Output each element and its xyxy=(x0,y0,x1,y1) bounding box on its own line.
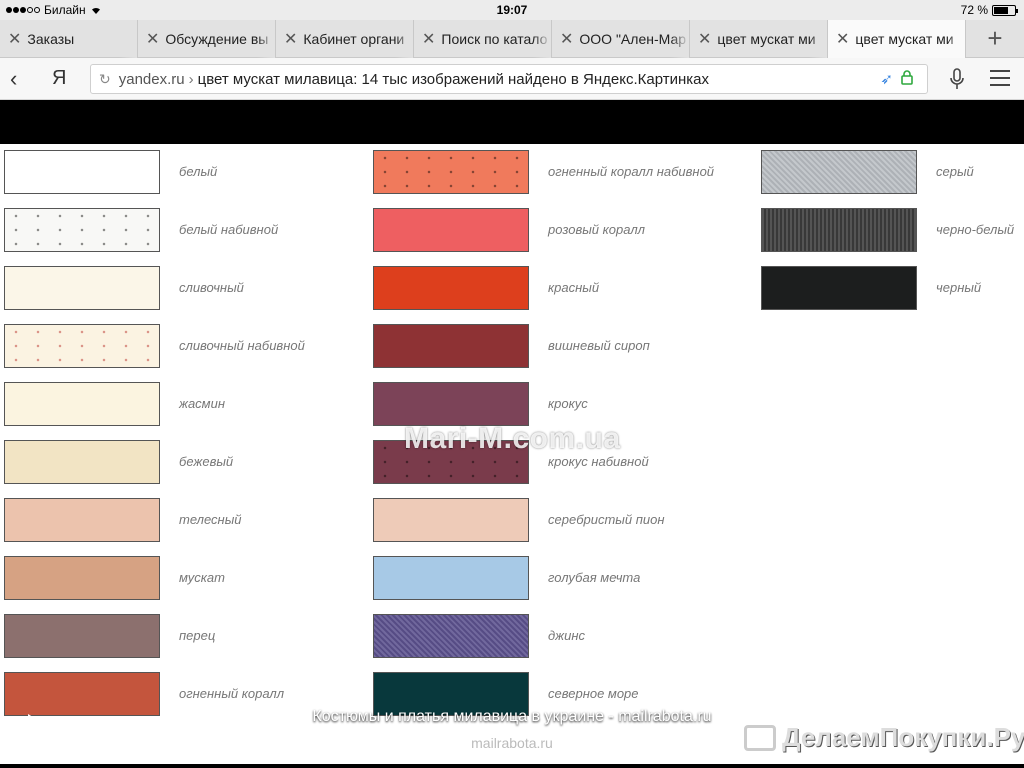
color-swatch xyxy=(373,150,529,194)
watermark: Mari-M.com.ua xyxy=(404,422,621,455)
color-swatch xyxy=(761,266,917,310)
swatch-label: огненный коралл набивной xyxy=(548,164,715,179)
yandex-home-button[interactable]: Я xyxy=(52,67,66,90)
back-button[interactable]: ‹ xyxy=(10,66,17,92)
tab-label: цвет мускат ми xyxy=(855,31,954,47)
rocket-icon[interactable]: ➶ xyxy=(880,70,893,89)
swatch-label: розовый коралл xyxy=(548,222,645,237)
address-bar[interactable]: ↻ yandex.ru › цвет мускат милавица: 14 т… xyxy=(90,64,928,94)
swatch-label: бежевый xyxy=(179,454,234,469)
swatch-label: белый xyxy=(179,164,218,179)
navigation-bar: ‹ Я ↻ yandex.ru › цвет мускат милавица: … xyxy=(0,58,1024,100)
url-domain: yandex.ru xyxy=(118,70,185,88)
tab-label: Обсуждение вы xyxy=(165,31,269,47)
close-tab-icon[interactable]: ✕ xyxy=(8,29,21,49)
swatch-label: черно-белый xyxy=(936,222,1015,237)
status-time: 19:07 xyxy=(496,3,528,17)
url-separator: › xyxy=(188,70,194,88)
swatch-label: серебристый пион xyxy=(548,512,665,527)
brand-box-icon xyxy=(744,724,776,751)
swatch-label: сливочный набивной xyxy=(179,338,305,353)
color-swatch xyxy=(373,498,529,542)
url-page-title: цвет мускат милавица: 14 тыс изображений… xyxy=(197,70,710,88)
tab-6-active[interactable]: ✕ цвет мускат ми xyxy=(828,20,966,58)
swatch-label: джинс xyxy=(548,628,586,643)
tab-label: ООО "Ален-Мар xyxy=(579,31,687,47)
tab-label: Кабинет органи xyxy=(303,31,405,47)
color-swatch xyxy=(4,208,160,252)
close-tab-icon[interactable]: ✕ xyxy=(284,29,297,49)
color-swatch xyxy=(373,614,529,658)
color-swatch xyxy=(761,150,917,194)
close-tab-icon[interactable]: ✕ xyxy=(698,29,711,49)
swatch-label: телесный xyxy=(179,512,242,527)
color-swatch xyxy=(373,382,529,426)
tab-label: Заказы xyxy=(27,31,75,47)
reload-icon[interactable]: ↻ xyxy=(99,71,111,88)
tab-label: Поиск по катало xyxy=(441,31,548,47)
color-swatch xyxy=(4,324,160,368)
tab-4[interactable]: ✕ ООО "Ален-Мар xyxy=(552,20,690,58)
color-swatch xyxy=(4,440,160,484)
color-swatch xyxy=(4,150,160,194)
swatch-label: красный xyxy=(548,280,600,295)
swatch-label: крокус набивной xyxy=(548,454,649,469)
color-swatch xyxy=(373,324,529,368)
tab-2[interactable]: ✕ Кабинет органи xyxy=(276,20,414,58)
close-tab-icon[interactable]: ✕ xyxy=(422,29,435,49)
color-swatch xyxy=(4,266,160,310)
tab-label: цвет мускат ми xyxy=(717,31,816,47)
new-tab-button[interactable]: + xyxy=(966,20,1024,57)
color-swatch xyxy=(4,614,160,658)
swatch-label: жасмин xyxy=(179,396,225,411)
close-tab-icon[interactable]: ✕ xyxy=(146,29,159,49)
color-swatch xyxy=(4,498,160,542)
tab-0[interactable]: ✕ Заказы xyxy=(0,20,138,58)
swatch-label: черный xyxy=(936,280,982,295)
brand-logo: ДелаемПокупки.Ру xyxy=(744,722,1024,753)
battery-percent: 72 % xyxy=(960,3,988,17)
color-swatch xyxy=(4,382,160,426)
swatch-label: серый xyxy=(936,164,974,179)
color-swatch xyxy=(373,266,529,310)
swatch-label: перец xyxy=(179,628,216,643)
color-swatch xyxy=(373,208,529,252)
color-swatch xyxy=(761,208,917,252)
status-bar: Билайн 19:07 72 % xyxy=(0,0,1024,20)
battery-icon xyxy=(992,4,1018,16)
url-icons: ➶ xyxy=(880,70,913,89)
close-tab-icon[interactable]: ✕ xyxy=(836,29,849,49)
color-swatch xyxy=(373,556,529,600)
swatch-label: мускат xyxy=(179,570,225,585)
lock-icon[interactable] xyxy=(901,70,913,89)
tab-3[interactable]: ✕ Поиск по катало xyxy=(414,20,552,58)
status-right: 72 % xyxy=(960,3,1018,17)
tab-strip: ✕ Заказы ✕ Обсуждение вы ✕ Кабинет органи ✕… xyxy=(0,20,1024,58)
menu-icon[interactable] xyxy=(990,70,1010,86)
close-tab-icon[interactable]: ✕ xyxy=(560,29,573,49)
tab-1[interactable]: ✕ Обсуждение вы xyxy=(138,20,276,58)
swatch-label: сливочный xyxy=(179,280,244,295)
tab-5[interactable]: ✕ цвет мускат ми xyxy=(690,20,828,58)
brand-text: ДелаемПокупки.Ру xyxy=(782,722,1024,752)
microphone-icon[interactable] xyxy=(950,68,964,90)
swatch-label: белый набивной xyxy=(179,222,279,237)
color-swatch xyxy=(4,556,160,600)
swatch-label: вишневый сироп xyxy=(548,338,650,353)
swatch-label: голубая мечта xyxy=(548,570,641,585)
swatch-label: крокус xyxy=(548,396,588,411)
